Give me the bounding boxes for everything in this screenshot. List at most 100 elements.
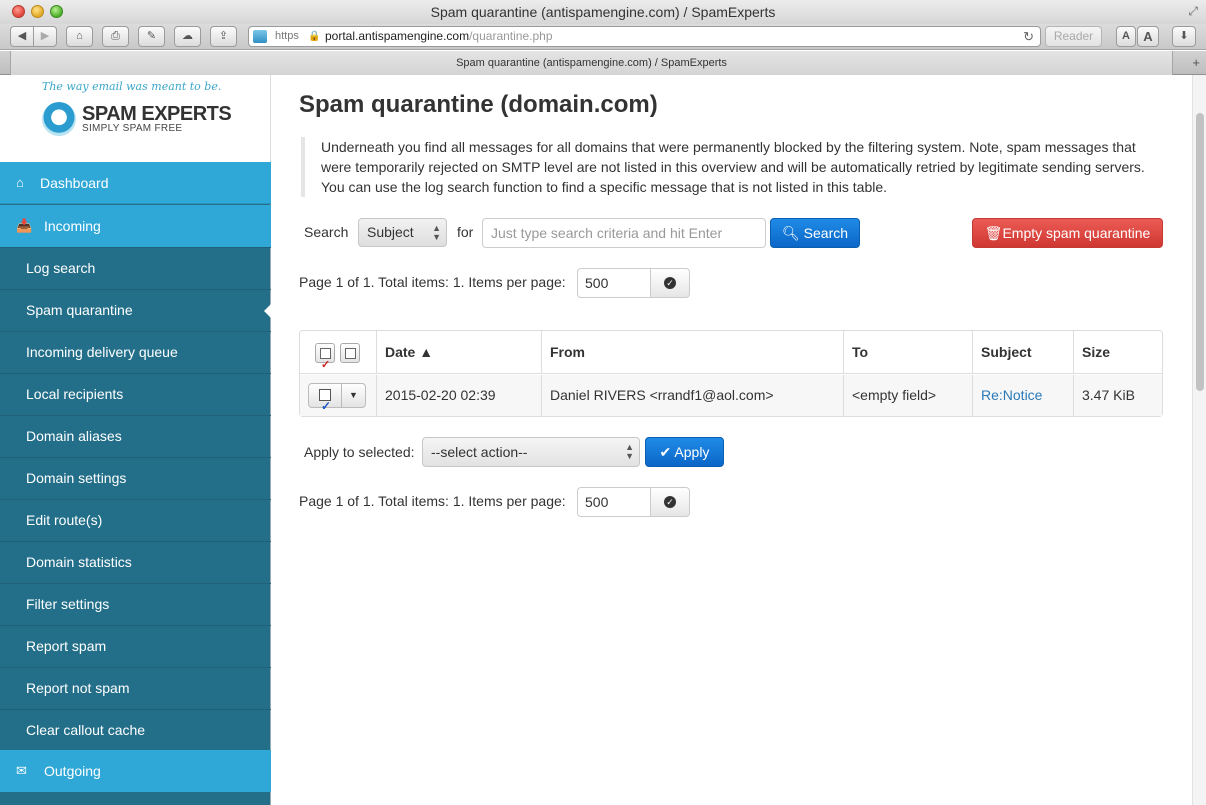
icloud-tabs-button[interactable]: ☁ [174, 26, 201, 47]
home-icon: ⌂ [76, 30, 83, 42]
page-title: Spam quarantine (domain.com) [299, 91, 658, 118]
trash-icon: 🗑 [984, 225, 1003, 241]
items-per-page-input-top[interactable] [577, 268, 652, 298]
sidebar-item-edit-routes[interactable]: Edit route(s) [0, 499, 271, 541]
notes-button[interactable]: ✎ [138, 26, 165, 47]
sidebar-item-spam-quarantine[interactable]: Spam quarantine [0, 289, 272, 331]
row-select-group: ▼ [308, 383, 366, 426]
sidebar-item-clear-callout-cache[interactable]: Clear callout cache [0, 709, 271, 751]
sidebar-item-label: Incoming [44, 218, 101, 234]
check-circle-icon: ✓ [664, 496, 676, 508]
print-button[interactable]: ⎙ [102, 26, 129, 47]
back-button[interactable]: ◀ [10, 26, 34, 47]
cell-size: 3.47 KiB [1073, 375, 1162, 416]
sidebar-item-domain-settings[interactable]: Domain settings [0, 457, 271, 499]
column-header-date[interactable]: Date ▲ [376, 331, 541, 373]
sidebar-item-label: Dashboard [40, 175, 109, 191]
apply-label: Apply to selected: [304, 444, 415, 460]
share-button[interactable]: ⇪ [210, 26, 237, 47]
inbox-icon: 📥 [16, 218, 33, 233]
url-text: portal.antispamengine.com/quarantine.php [325, 27, 553, 46]
printer-icon: ⎙ [111, 30, 120, 42]
spam-experts-logo-icon [42, 102, 76, 136]
download-icon: ⬇ [1179, 30, 1189, 42]
sidebar-item-domain-statistics[interactable]: Domain statistics [0, 541, 271, 583]
decrease-font-button[interactable]: A [1116, 26, 1136, 47]
row-actions-dropdown[interactable]: ▼ [342, 384, 365, 407]
action-select[interactable]: --select action-- ▲ ▼ [422, 437, 640, 467]
checked-icon [319, 386, 331, 426]
reload-icon[interactable]: ↻ [1023, 27, 1034, 46]
logo-area: The way email was meant to be. SPAM EXPE… [0, 75, 271, 162]
column-header-from[interactable]: From [541, 331, 843, 373]
page-scrollbar[interactable] [1192, 75, 1206, 805]
sidebar-item-local-recipients[interactable]: Local recipients [0, 373, 271, 415]
envelope-icon: ✉ [16, 763, 27, 778]
forward-arrow-icon: ▶ [40, 30, 50, 42]
tab-bar: Spam quarantine (antispamengine.com) / S… [0, 51, 1206, 75]
check-circle-icon: ✓ [664, 277, 676, 289]
sidebar-item-label: Outgoing [44, 763, 101, 779]
table-header: Date ▲ From To Subject Size [300, 331, 1162, 387]
search-input[interactable] [482, 218, 766, 248]
column-header-subject[interactable]: Subject [972, 331, 1073, 373]
sidebar-item-log-search[interactable]: Log search [0, 247, 271, 289]
sidebar-item-report-not-spam[interactable]: Report not spam [0, 667, 271, 709]
search-button[interactable]: 🔍︎ Search [770, 218, 860, 248]
column-header-to[interactable]: To [843, 331, 972, 373]
scrollbar-thumb[interactable] [1196, 113, 1204, 391]
reader-button[interactable]: Reader [1045, 26, 1102, 47]
sidebar-item-incoming[interactable]: 📥 Incoming [0, 205, 271, 247]
cell-from: Daniel RIVERS <rrandf1@aol.com> [541, 375, 843, 416]
apply-button[interactable]: ✔ Apply [645, 437, 724, 467]
cell-subject: Re:Notice [972, 375, 1073, 416]
sidebar-item-dashboard[interactable]: ⌂ Dashboard [0, 162, 271, 204]
search-field-select[interactable]: Subject ▲ ▼ [358, 218, 447, 247]
subject-link[interactable]: Re:Notice [981, 387, 1042, 403]
pager-text-top: Page 1 of 1. Total items: 1. Items per p… [299, 274, 566, 290]
pencil-icon: ✎ [146, 30, 157, 42]
empty-quarantine-button[interactable]: 🗑Empty spam quarantine [972, 218, 1163, 248]
checkmark-icon: ✔ [659, 444, 672, 460]
cell-date: 2015-02-20 02:39 [376, 375, 541, 416]
cloud-icon: ☁ [182, 30, 193, 42]
sidebar-item-domain-aliases[interactable]: Domain aliases [0, 415, 271, 457]
brand-tagline: The way email was meant to be. [42, 80, 222, 93]
sidebar-item-outgoing[interactable]: ✉ Outgoing [0, 750, 271, 792]
empty-quarantine-label: Empty spam quarantine [1002, 225, 1151, 241]
home-button[interactable]: ⌂ [66, 26, 93, 47]
select-arrows-icon: ▲ ▼ [625, 442, 634, 461]
sidebar-item-incoming-delivery-queue[interactable]: Incoming delivery queue [0, 331, 271, 373]
select-all-icon[interactable] [315, 343, 335, 387]
deselect-all-icon[interactable] [340, 343, 360, 363]
url-path: /quarantine.php [469, 29, 553, 43]
downloads-button[interactable]: ⬇ [1172, 26, 1196, 47]
increase-font-button[interactable]: A [1137, 26, 1159, 47]
items-per-page-submit-top[interactable]: ✓ [650, 268, 690, 298]
table-row: ▼ 2015-02-20 02:39 Daniel RIVERS <rrandf… [300, 375, 1162, 426]
apply-button-label: Apply [674, 444, 710, 460]
items-per-page-submit-bottom[interactable]: ✓ [650, 487, 690, 517]
lock-icon: 🔒 [308, 31, 321, 42]
column-header-size[interactable]: Size [1073, 331, 1162, 373]
items-per-page-input-bottom[interactable] [577, 487, 652, 517]
quarantine-table: Date ▲ From To Subject Size ▼ 2015-02-20… [299, 330, 1163, 426]
main-content: Spam quarantine (domain.com) Underneath … [271, 75, 1192, 805]
sidebar: The way email was meant to be. SPAM EXPE… [0, 75, 272, 805]
sidebar-item-report-spam[interactable]: Report spam [0, 625, 271, 667]
select-column-header [300, 331, 376, 387]
address-bar[interactable]: https 🔒 portal.antispamengine.com/quaran… [248, 26, 1041, 47]
cell-to: <empty field> [843, 375, 972, 416]
sidebar-item-filter-settings[interactable]: Filter settings [0, 583, 271, 625]
new-tab-icon[interactable]: + [1192, 55, 1200, 70]
tab-spam-quarantine[interactable]: Spam quarantine (antispamengine.com) / S… [10, 51, 1173, 75]
intro-text: Underneath you find all messages for all… [301, 137, 1169, 197]
select-arrows-icon: ▲ ▼ [432, 223, 441, 242]
forward-button[interactable]: ▶ [33, 26, 57, 47]
caret-down-icon: ▼ [349, 390, 358, 400]
fullscreen-icon[interactable]: ⤢ [1188, 4, 1198, 19]
browser-toolbar: ◀ ▶ ⌂ ⎙ ✎ ☁ ⇪ https 🔒 portal.antispameng… [0, 24, 1206, 50]
row-checkbox[interactable] [309, 384, 342, 426]
site-favicon-icon [253, 30, 267, 43]
pager-text-bottom: Page 1 of 1. Total items: 1. Items per p… [299, 493, 566, 509]
